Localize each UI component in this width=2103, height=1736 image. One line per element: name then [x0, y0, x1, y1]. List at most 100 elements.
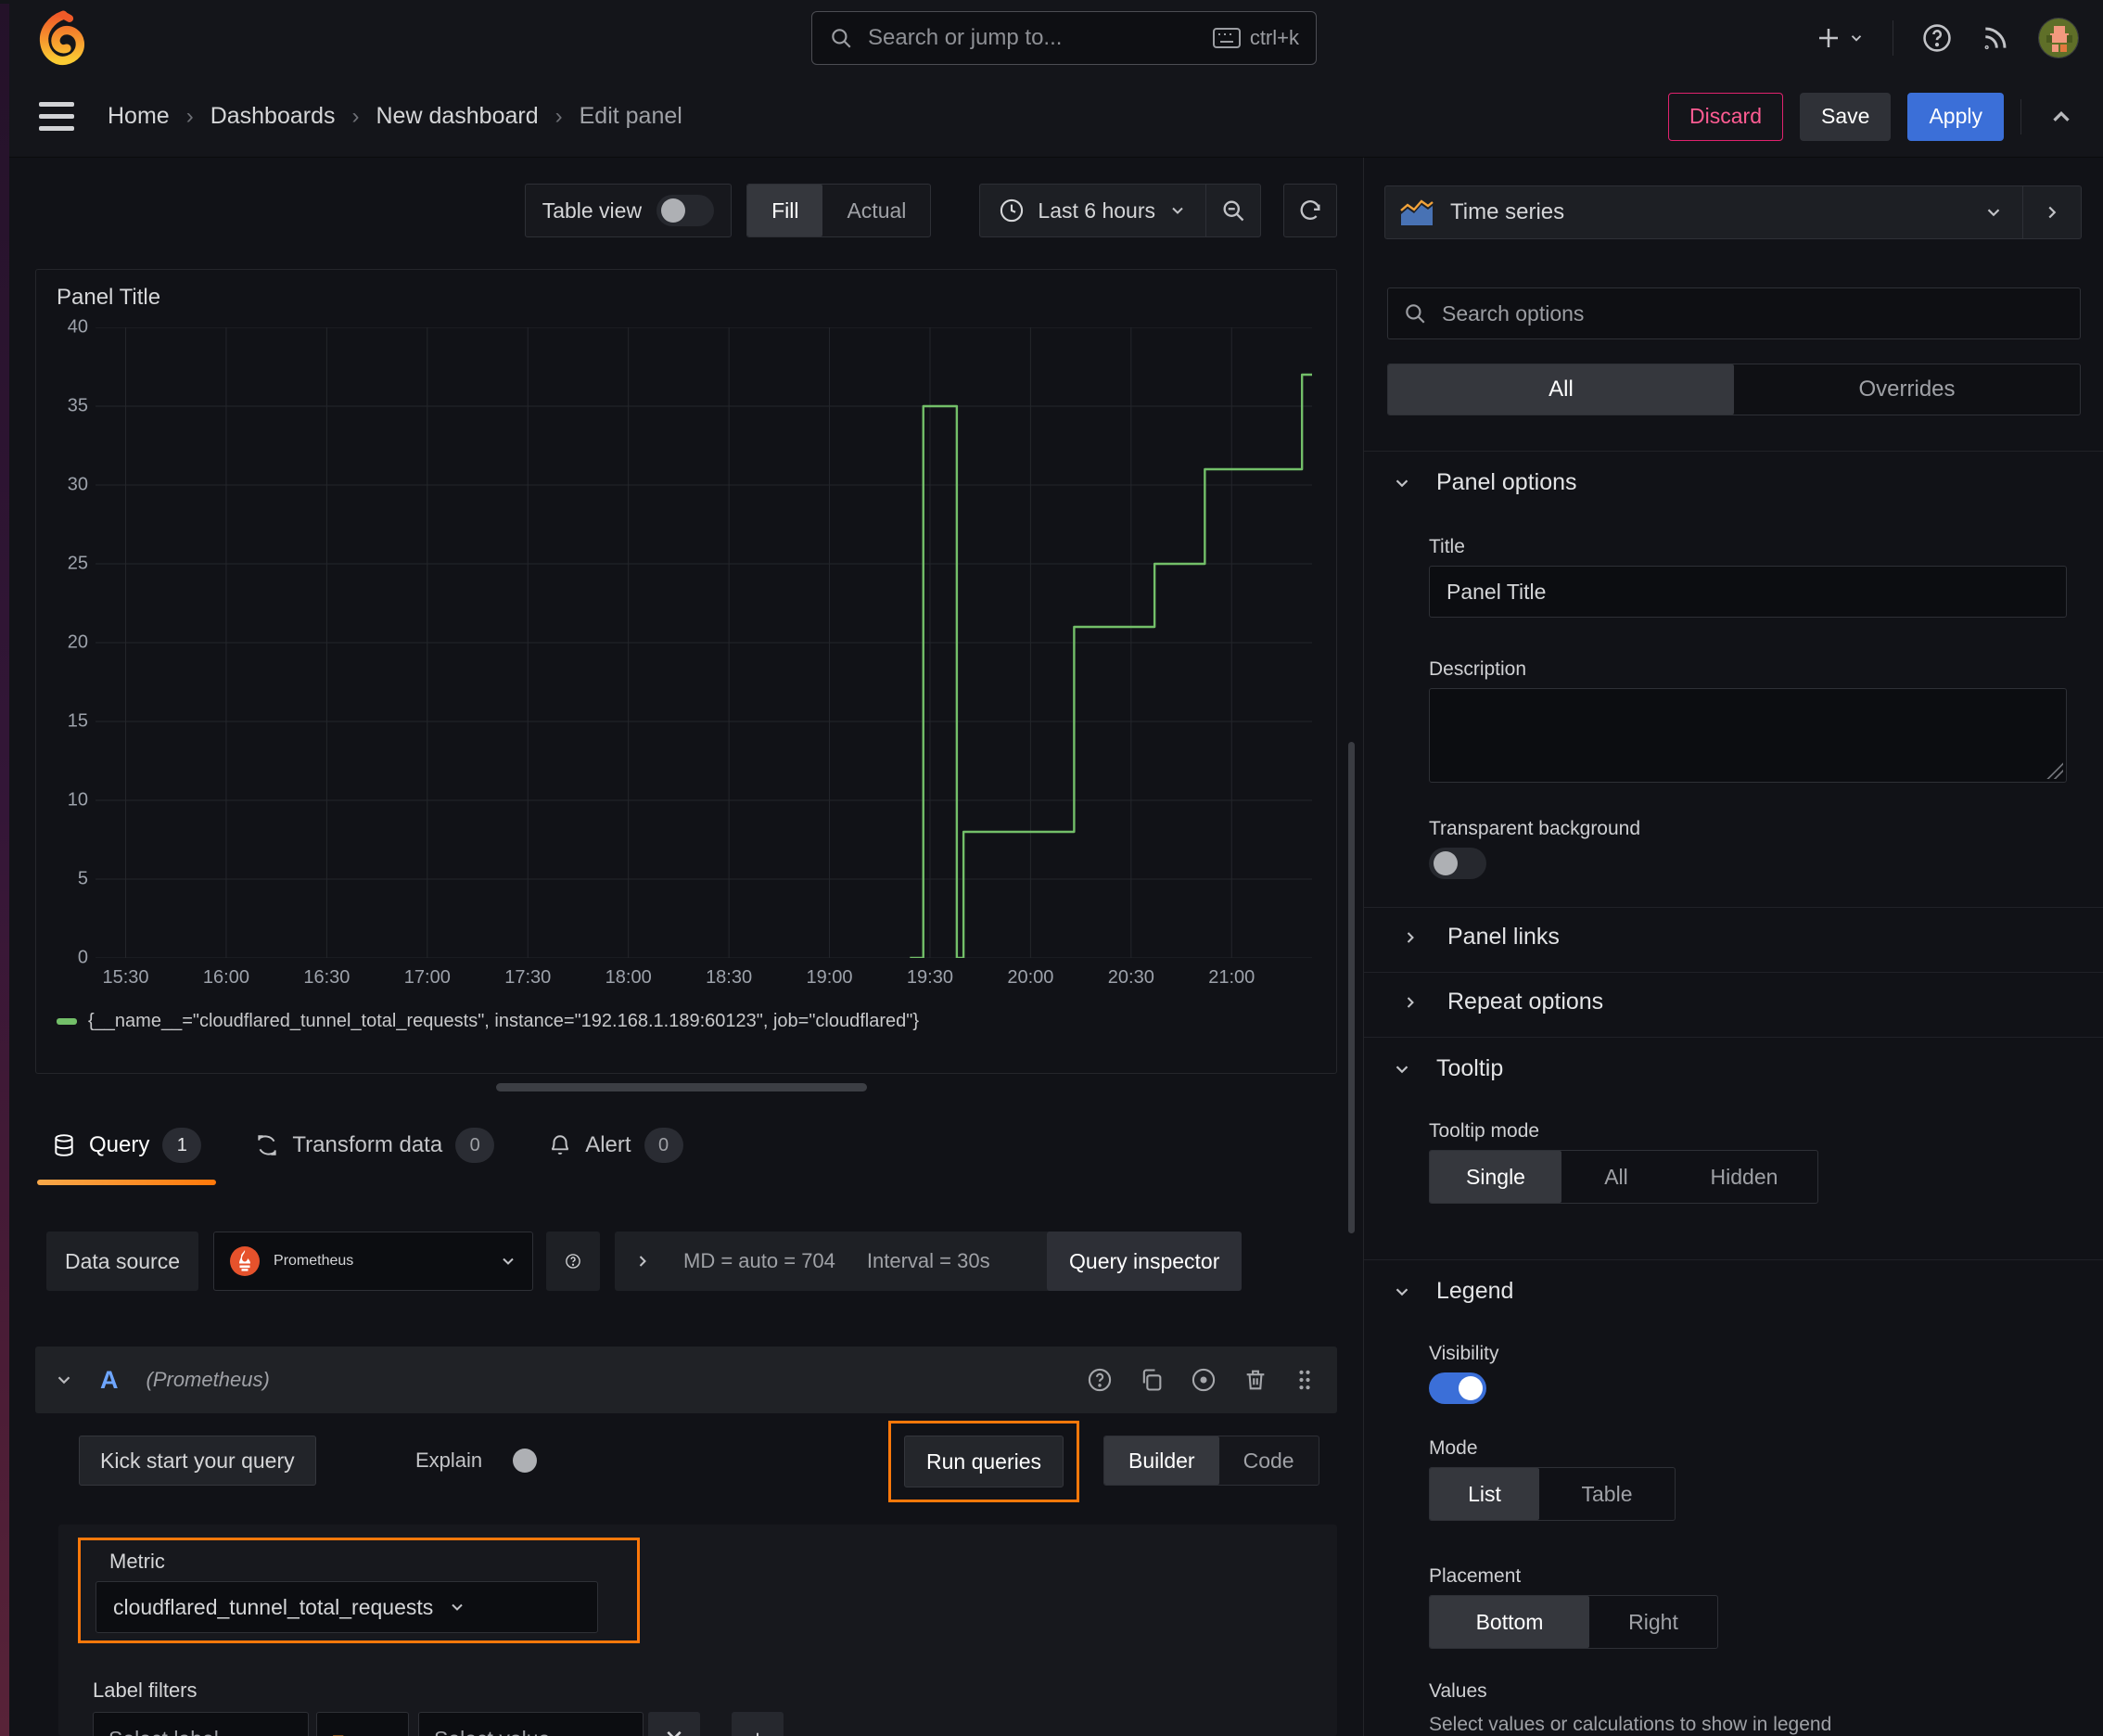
- clock-icon: [1001, 198, 1024, 223]
- keyboard-shortcut-hint: ctrl+k: [1212, 26, 1299, 50]
- add-filter-button[interactable]: +: [732, 1712, 784, 1736]
- tab-all-options[interactable]: All: [1388, 364, 1734, 415]
- toggle-viz-picker-icon[interactable]: [2023, 202, 2081, 223]
- tooltip-all-option[interactable]: All: [1561, 1151, 1671, 1203]
- search-icon: [1403, 301, 1427, 326]
- textarea-resize-handle[interactable]: [2046, 762, 2063, 779]
- select-label-dropdown[interactable]: Select label: [93, 1712, 309, 1736]
- legend-visibility-toggle[interactable]: [1429, 1372, 1486, 1404]
- top-nav-actions: [1815, 0, 2079, 76]
- visualization-picker[interactable]: Time series: [1384, 185, 2082, 239]
- options-search-input[interactable]: [1440, 300, 2065, 327]
- chart-region: 0 5 10 15 20 25 30 35 40 15:30 16:00 16:30 17:00 17:…: [53, 317, 1316, 989]
- chevron-right-icon: [1407, 931, 1414, 943]
- query-help-icon[interactable]: [1087, 1367, 1113, 1393]
- panel-links-section[interactable]: Panel links: [1401, 924, 1560, 951]
- chart-plot-area[interactable]: [96, 327, 1312, 958]
- options-view-tabs: All Overrides: [1387, 364, 2081, 415]
- tooltip-single-option[interactable]: Single: [1430, 1151, 1561, 1203]
- save-button[interactable]: Save: [1800, 92, 1892, 141]
- builder-option[interactable]: Builder: [1104, 1436, 1219, 1485]
- tab-overrides[interactable]: Overrides: [1734, 364, 2080, 415]
- discard-button[interactable]: Discard: [1668, 92, 1784, 141]
- legend-placement-label: Placement: [1429, 1565, 1522, 1587]
- disable-query-eye-icon[interactable]: [1191, 1367, 1217, 1393]
- tooltip-mode-switch: Single All Hidden: [1429, 1150, 1818, 1204]
- divider: [1364, 1259, 2103, 1260]
- legend-section-header[interactable]: Legend: [1392, 1278, 1513, 1305]
- apply-button[interactable]: Apply: [1907, 92, 2004, 141]
- breadcrumb-new-dashboard[interactable]: New dashboard: [376, 103, 539, 130]
- fill-option[interactable]: Fill: [747, 185, 823, 236]
- y-axis-tick: 15: [67, 710, 88, 732]
- tooltip-hidden-option[interactable]: Hidden: [1671, 1151, 1817, 1203]
- actual-option[interactable]: Actual: [822, 185, 930, 236]
- panel-preview-card: Panel Title 0 5 10 15 20 25 30 35 40 15:30 16:00 1…: [35, 269, 1337, 1074]
- code-option[interactable]: Code: [1219, 1436, 1319, 1485]
- duplicate-query-icon[interactable]: [1139, 1367, 1165, 1393]
- visualization-name: Time series: [1450, 199, 1565, 224]
- y-axis-tick: 30: [67, 474, 88, 495]
- global-search-box[interactable]: ctrl+k: [811, 11, 1317, 65]
- kick-start-query-button[interactable]: Kick start your query: [79, 1436, 316, 1486]
- fill-actual-switch: Fill Actual: [746, 184, 932, 237]
- description-textarea[interactable]: [1429, 688, 2067, 783]
- search-input[interactable]: [866, 24, 1200, 52]
- refresh-button[interactable]: [1283, 184, 1337, 237]
- pane-resize-handle[interactable]: [496, 1083, 867, 1091]
- drag-query-grip-icon[interactable]: [1294, 1367, 1315, 1393]
- panel-options-section-header[interactable]: Panel options: [1392, 469, 1577, 496]
- series-legend-item[interactable]: {__name__="cloudflared_tunnel_total_requ…: [57, 1011, 919, 1032]
- user-avatar[interactable]: [2038, 18, 2079, 58]
- table-view-toggle[interactable]: [656, 195, 715, 226]
- panel-title-input[interactable]: [1429, 566, 2067, 618]
- transform-icon: [258, 1135, 277, 1155]
- operator-dropdown[interactable]: =: [316, 1712, 409, 1736]
- legend-placement-right[interactable]: Right: [1589, 1596, 1717, 1648]
- breadcrumb-edit-panel: Edit panel: [579, 103, 682, 129]
- x-axis-tick: 20:00: [1007, 967, 1054, 988]
- query-inspector-button[interactable]: Query inspector: [1047, 1232, 1243, 1291]
- delete-query-icon[interactable]: [1243, 1367, 1268, 1393]
- select-value-dropdown[interactable]: Select value: [418, 1712, 644, 1736]
- interval-value: Interval = 30s: [866, 1249, 990, 1272]
- tab-query[interactable]: Query 1: [36, 1105, 217, 1185]
- breadcrumb-dashboards[interactable]: Dashboards: [210, 103, 336, 130]
- menu-toggle-icon[interactable]: [39, 102, 74, 131]
- tab-alert[interactable]: Alert 0: [548, 1105, 683, 1185]
- tab-transform-data[interactable]: Transform data 0: [255, 1105, 495, 1185]
- x-axis-tick: 16:00: [202, 967, 249, 988]
- zoom-out-time-icon[interactable]: [1206, 198, 1260, 223]
- remove-filter-button[interactable]: ✕: [648, 1712, 700, 1736]
- legend-placement-bottom[interactable]: Bottom: [1430, 1596, 1589, 1648]
- add-new-button[interactable]: [1815, 24, 1865, 52]
- y-axis-tick: 25: [67, 553, 88, 574]
- collapse-header-icon[interactable]: [2047, 103, 2075, 131]
- tooltip-section-header[interactable]: Tooltip: [1392, 1055, 1503, 1082]
- legend-mode-table[interactable]: Table: [1539, 1468, 1675, 1520]
- news-rss-button[interactable]: [1981, 23, 2010, 53]
- legend-mode-switch: List Table: [1429, 1467, 1676, 1521]
- options-search-box[interactable]: [1387, 287, 2081, 339]
- divider: [1364, 972, 2103, 973]
- metric-select[interactable]: cloudflared_tunnel_total_requests: [96, 1581, 598, 1633]
- data-source-picker[interactable]: Prometheus: [213, 1232, 534, 1291]
- legend-mode-list[interactable]: List: [1430, 1468, 1539, 1520]
- breadcrumb-home[interactable]: Home: [108, 103, 170, 130]
- grafana-logo-icon[interactable]: [33, 9, 91, 67]
- run-queries-button[interactable]: Run queries: [904, 1436, 1064, 1487]
- collapse-query-icon[interactable]: [54, 1370, 74, 1390]
- help-button[interactable]: [1921, 22, 1953, 54]
- main-pane-scrollbar[interactable]: [1348, 742, 1355, 1233]
- time-range-button[interactable]: Last 6 hours: [980, 198, 1205, 223]
- transparent-background-toggle[interactable]: [1429, 848, 1486, 879]
- query-editor-controls: Kick start your query Explain Run querie…: [0, 1421, 1337, 1532]
- help-icon: [566, 1254, 580, 1269]
- query-options-bar[interactable]: MD = auto = 704 Interval = 30s: [615, 1232, 1076, 1291]
- time-series-chart[interactable]: [96, 327, 1312, 958]
- chevron-down-icon: [1396, 1287, 1408, 1296]
- query-ref-id[interactable]: A: [100, 1366, 119, 1395]
- panel-edit-main: Table view Fill Actual Last 6 hours Pane…: [0, 158, 1363, 1736]
- repeat-options-section[interactable]: Repeat options: [1401, 989, 1603, 1015]
- data-source-help-button[interactable]: [546, 1232, 601, 1291]
